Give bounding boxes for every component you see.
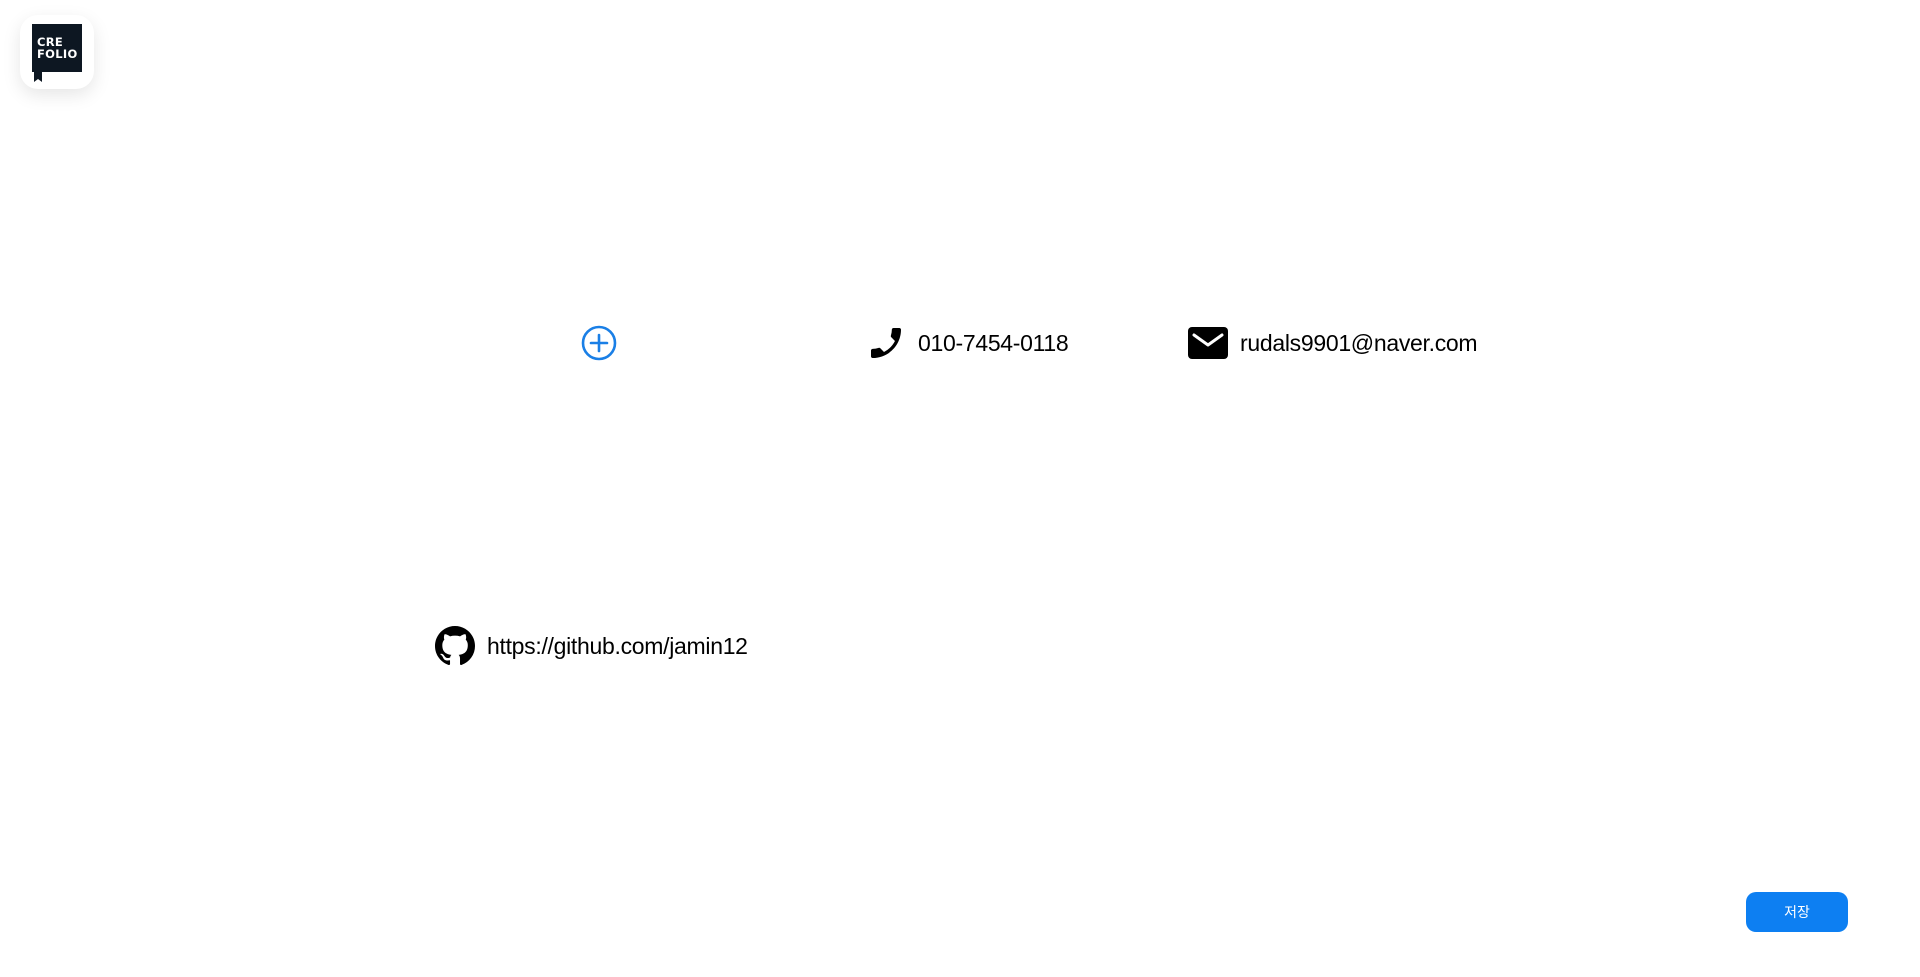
page: CRE FOLIO 010-7454-0118 rudals9901@naver…: [0, 0, 1920, 977]
github-url: https://github.com/jamin12: [487, 632, 748, 659]
phone-contact: 010-7454-0118: [865, 322, 1069, 364]
email-address: rudals9901@naver.com: [1240, 329, 1478, 356]
mail-icon: [1188, 322, 1228, 364]
add-profile-button[interactable]: [581, 325, 617, 361]
email-contact: rudals9901@naver.com: [1188, 322, 1478, 364]
save-button[interactable]: 저장: [1746, 892, 1848, 932]
crefolio-logo-icon: CRE FOLIO: [32, 24, 82, 82]
crefolio-logo[interactable]: CRE FOLIO: [20, 15, 94, 89]
phone-number: 010-7454-0118: [918, 329, 1069, 356]
github-contact: https://github.com/jamin12: [435, 625, 748, 667]
plus-circle-icon: [581, 325, 617, 361]
bookmark-tab-icon: [34, 72, 42, 82]
logo-text-line2: FOLIO: [37, 47, 78, 61]
github-icon: [435, 625, 475, 667]
phone-icon: [865, 322, 907, 364]
